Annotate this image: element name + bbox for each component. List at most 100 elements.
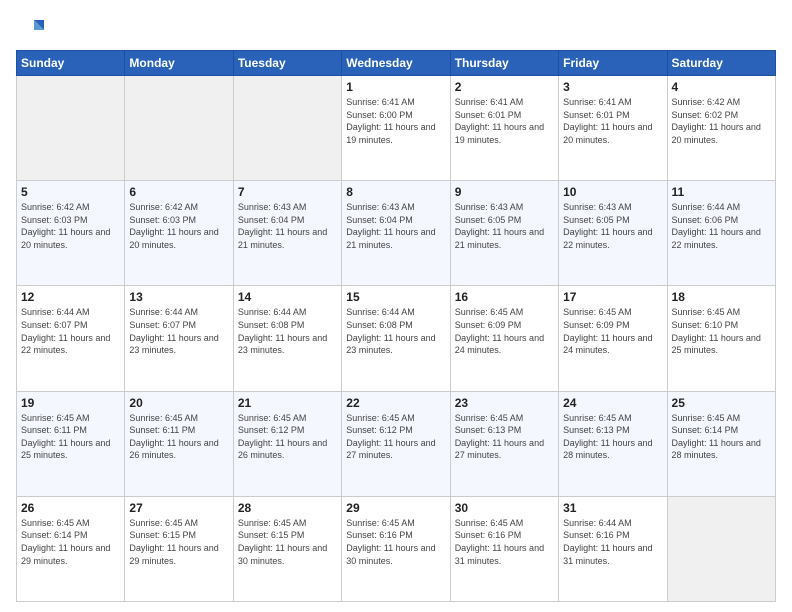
calendar-week-2: 5 Sunrise: 6:42 AM Sunset: 6:03 PM Daylig… [17, 181, 776, 286]
calendar-cell: 27 Sunrise: 6:45 AM Sunset: 6:15 PM Dayli… [125, 496, 233, 601]
day-number: 15 [346, 290, 445, 304]
calendar-cell: 30Sunrise: 6:45 AM Sunset: 6:16 PM Dayli… [450, 496, 558, 601]
day-info: Sunrise: 6:45 AM Sunset: 6:15 PM Dayligh… [129, 517, 228, 567]
day-number: 24 [563, 396, 662, 410]
calendar-cell: 9 Sunrise: 6:43 AM Sunset: 6:05 PM Daylig… [450, 181, 558, 286]
day-number: 10 [563, 185, 662, 199]
calendar-cell: 14 Sunrise: 6:44 AM Sunset: 6:08 PM Dayli… [233, 286, 341, 391]
calendar-cell: 18Sunrise: 6:45 AM Sunset: 6:10 PM Dayli… [667, 286, 775, 391]
day-info: Sunrise: 6:42 AM Sunset: 6:02 PM Dayligh… [672, 96, 771, 146]
calendar-cell: 3 Sunrise: 6:41 AM Sunset: 6:01 PM Daylig… [559, 76, 667, 181]
calendar-cell: 23 Sunrise: 6:45 AM Sunset: 6:13 PM Dayli… [450, 391, 558, 496]
day-info: Sunrise: 6:45 AM Sunset: 6:11 PM Dayligh… [21, 412, 120, 462]
day-number: 22 [346, 396, 445, 410]
day-number: 9 [455, 185, 554, 199]
day-number: 11 [672, 185, 771, 199]
calendar-cell: 24 Sunrise: 6:45 AM Sunset: 6:13 PM Dayli… [559, 391, 667, 496]
day-info: Sunrise: 6:45 AM Sunset: 6:11 PM Dayligh… [129, 412, 228, 462]
calendar-cell: 1 Sunrise: 6:41 AM Sunset: 6:00 PM Daylig… [342, 76, 450, 181]
day-info: Sunrise: 6:43 AM Sunset: 6:04 PM Dayligh… [346, 201, 445, 251]
day-info: Sunrise: 6:41 AM Sunset: 6:01 PM Dayligh… [455, 96, 554, 146]
calendar-week-4: 19Sunrise: 6:45 AM Sunset: 6:11 PM Dayli… [17, 391, 776, 496]
calendar-header-tuesday: Tuesday [233, 51, 341, 76]
day-info: Sunrise: 6:45 AM Sunset: 6:13 PM Dayligh… [563, 412, 662, 462]
day-info: Sunrise: 6:45 AM Sunset: 6:14 PM Dayligh… [672, 412, 771, 462]
logo [16, 16, 48, 44]
day-info: Sunrise: 6:45 AM Sunset: 6:13 PM Dayligh… [455, 412, 554, 462]
day-info: Sunrise: 6:45 AM Sunset: 6:09 PM Dayligh… [455, 306, 554, 356]
day-number: 28 [238, 501, 337, 515]
day-info: Sunrise: 6:44 AM Sunset: 6:08 PM Dayligh… [238, 306, 337, 356]
day-info: Sunrise: 6:45 AM Sunset: 6:16 PM Dayligh… [346, 517, 445, 567]
calendar-header-row: SundayMondayTuesdayWednesdayThursdayFrid… [17, 51, 776, 76]
calendar-header-saturday: Saturday [667, 51, 775, 76]
day-number: 23 [455, 396, 554, 410]
calendar-header-sunday: Sunday [17, 51, 125, 76]
day-info: Sunrise: 6:42 AM Sunset: 6:03 PM Dayligh… [129, 201, 228, 251]
day-info: Sunrise: 6:43 AM Sunset: 6:05 PM Dayligh… [563, 201, 662, 251]
calendar-header-monday: Monday [125, 51, 233, 76]
day-info: Sunrise: 6:41 AM Sunset: 6:00 PM Dayligh… [346, 96, 445, 146]
calendar-cell: 6 Sunrise: 6:42 AM Sunset: 6:03 PM Daylig… [125, 181, 233, 286]
calendar-cell: 28 Sunrise: 6:45 AM Sunset: 6:15 PM Dayli… [233, 496, 341, 601]
day-number: 8 [346, 185, 445, 199]
header [16, 12, 776, 44]
calendar-cell: 5 Sunrise: 6:42 AM Sunset: 6:03 PM Daylig… [17, 181, 125, 286]
day-info: Sunrise: 6:44 AM Sunset: 6:16 PM Dayligh… [563, 517, 662, 567]
calendar-cell: 15 Sunrise: 6:44 AM Sunset: 6:08 PM Dayli… [342, 286, 450, 391]
day-number: 6 [129, 185, 228, 199]
day-number: 13 [129, 290, 228, 304]
day-info: Sunrise: 6:45 AM Sunset: 6:09 PM Dayligh… [563, 306, 662, 356]
logo-icon [16, 16, 44, 44]
day-info: Sunrise: 6:45 AM Sunset: 6:15 PM Dayligh… [238, 517, 337, 567]
calendar-cell: 8 Sunrise: 6:43 AM Sunset: 6:04 PM Daylig… [342, 181, 450, 286]
day-number: 3 [563, 80, 662, 94]
calendar-table: SundayMondayTuesdayWednesdayThursdayFrid… [16, 50, 776, 602]
day-number: 4 [672, 80, 771, 94]
calendar-cell: 2 Sunrise: 6:41 AM Sunset: 6:01 PM Daylig… [450, 76, 558, 181]
calendar-header-friday: Friday [559, 51, 667, 76]
calendar-cell: 20Sunrise: 6:45 AM Sunset: 6:11 PM Dayli… [125, 391, 233, 496]
calendar-header-thursday: Thursday [450, 51, 558, 76]
calendar-week-5: 26 Sunrise: 6:45 AM Sunset: 6:14 PM Dayli… [17, 496, 776, 601]
calendar-cell: 26 Sunrise: 6:45 AM Sunset: 6:14 PM Dayli… [17, 496, 125, 601]
day-number: 27 [129, 501, 228, 515]
calendar-cell: 29 Sunrise: 6:45 AM Sunset: 6:16 PM Dayli… [342, 496, 450, 601]
day-info: Sunrise: 6:44 AM Sunset: 6:07 PM Dayligh… [129, 306, 228, 356]
calendar-cell: 22 Sunrise: 6:45 AM Sunset: 6:12 PM Dayli… [342, 391, 450, 496]
calendar-cell: 13 Sunrise: 6:44 AM Sunset: 6:07 PM Dayli… [125, 286, 233, 391]
calendar-cell: 16 Sunrise: 6:45 AM Sunset: 6:09 PM Dayli… [450, 286, 558, 391]
calendar-cell [667, 496, 775, 601]
day-info: Sunrise: 6:45 AM Sunset: 6:14 PM Dayligh… [21, 517, 120, 567]
day-number: 18 [672, 290, 771, 304]
day-info: Sunrise: 6:44 AM Sunset: 6:06 PM Dayligh… [672, 201, 771, 251]
day-info: Sunrise: 6:42 AM Sunset: 6:03 PM Dayligh… [21, 201, 120, 251]
calendar-cell [17, 76, 125, 181]
day-info: Sunrise: 6:43 AM Sunset: 6:05 PM Dayligh… [455, 201, 554, 251]
day-number: 1 [346, 80, 445, 94]
day-number: 5 [21, 185, 120, 199]
day-number: 29 [346, 501, 445, 515]
day-number: 17 [563, 290, 662, 304]
calendar-cell: 31 Sunrise: 6:44 AM Sunset: 6:16 PM Dayli… [559, 496, 667, 601]
calendar-cell: 21Sunrise: 6:45 AM Sunset: 6:12 PM Dayli… [233, 391, 341, 496]
calendar-cell: 7Sunrise: 6:43 AM Sunset: 6:04 PM Daylig… [233, 181, 341, 286]
calendar-cell: 12Sunrise: 6:44 AM Sunset: 6:07 PM Dayli… [17, 286, 125, 391]
day-number: 12 [21, 290, 120, 304]
calendar-cell [125, 76, 233, 181]
day-info: Sunrise: 6:45 AM Sunset: 6:12 PM Dayligh… [346, 412, 445, 462]
day-info: Sunrise: 6:44 AM Sunset: 6:08 PM Dayligh… [346, 306, 445, 356]
day-number: 25 [672, 396, 771, 410]
calendar-week-1: 1 Sunrise: 6:41 AM Sunset: 6:00 PM Daylig… [17, 76, 776, 181]
calendar-cell: 10 Sunrise: 6:43 AM Sunset: 6:05 PM Dayli… [559, 181, 667, 286]
calendar-week-3: 12 Sunrise: 6:44 AM Sunset: 6:07 PM Dayli… [17, 286, 776, 391]
calendar-cell: 25 Sunrise: 6:45 AM Sunset: 6:14 PM Dayli… [667, 391, 775, 496]
day-number: 2 [455, 80, 554, 94]
day-number: 31 [563, 501, 662, 515]
day-number: 16 [455, 290, 554, 304]
day-number: 14 [238, 290, 337, 304]
page: SundayMondayTuesdayWednesdayThursdayFrid… [0, 0, 792, 612]
day-info: Sunrise: 6:41 AM Sunset: 6:01 PM Dayligh… [563, 96, 662, 146]
day-info: Sunrise: 6:45 AM Sunset: 6:12 PM Dayligh… [238, 412, 337, 462]
day-number: 26 [21, 501, 120, 515]
